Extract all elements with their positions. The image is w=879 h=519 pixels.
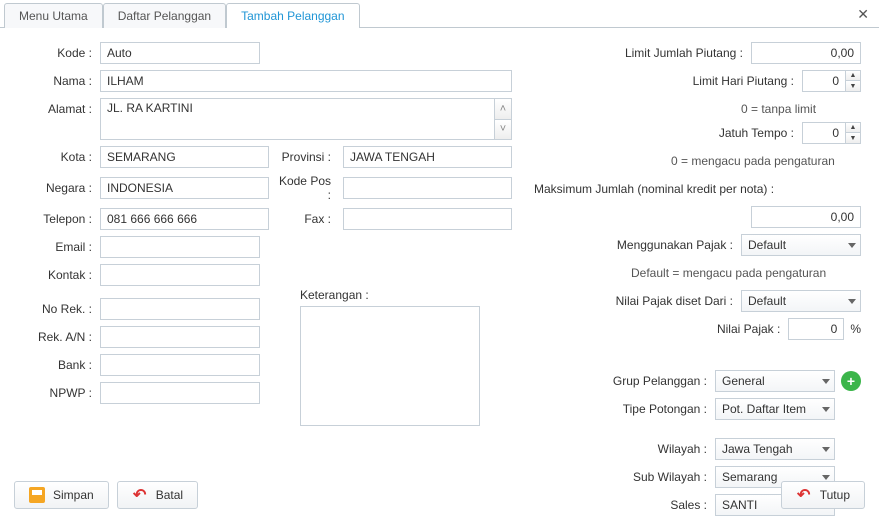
spinner-down-icon[interactable]: ▼: [846, 133, 860, 143]
undo-icon: ↶: [132, 487, 148, 503]
tutup-label: Tutup: [820, 488, 850, 502]
percent-sign: %: [850, 322, 861, 336]
norek-label: No Rek. :: [18, 302, 100, 316]
npwp-input[interactable]: [100, 382, 260, 404]
batal-button[interactable]: ↶ Batal: [117, 481, 198, 509]
menggunakan-pajak-value: Default: [748, 238, 786, 252]
keterangan-input[interactable]: [300, 306, 480, 426]
bank-input[interactable]: [100, 354, 260, 376]
grup-label: Grup Pelanggan :: [613, 374, 715, 388]
grup-combo[interactable]: General: [715, 370, 835, 392]
kota-input[interactable]: [100, 146, 269, 168]
maks-jumlah-input[interactable]: [751, 206, 861, 228]
right-column: Limit Jumlah Piutang : Limit Hari Piutan…: [532, 42, 861, 468]
tipe-potongan-value: Pot. Daftar Item: [722, 402, 806, 416]
provinsi-label: Provinsi :: [275, 150, 337, 164]
limit-hari-spinner[interactable]: ▲ ▼: [802, 70, 861, 92]
nilai-pajak-dari-label: Nilai Pajak diset Dari :: [616, 294, 741, 308]
menggunakan-pajak-combo[interactable]: Default: [741, 234, 861, 256]
chevron-down-icon: [822, 379, 830, 384]
fax-input[interactable]: [343, 208, 512, 230]
jatuh-tempo-label: Jatuh Tempo :: [719, 126, 802, 140]
alamat-input[interactable]: JL. RA KARTINI: [100, 98, 495, 140]
spinner-up-icon[interactable]: ▲: [846, 71, 860, 81]
keterangan-group: Keterangan :: [300, 288, 480, 429]
close-icon[interactable]: ✕: [857, 6, 869, 23]
rekan-label: Rek. A/N :: [18, 330, 100, 344]
undo-icon: ↶: [796, 487, 812, 503]
provinsi-input[interactable]: [343, 146, 512, 168]
limit-jumlah-input[interactable]: [751, 42, 861, 64]
kode-label: Kode :: [18, 46, 100, 60]
limit-hari-label: Limit Hari Piutang :: [693, 74, 802, 88]
kodepos-input[interactable]: [343, 177, 512, 199]
alamat-label: Alamat :: [18, 98, 100, 116]
alamat-down-icon[interactable]: ˅: [495, 120, 511, 140]
chevron-down-icon: [848, 299, 856, 304]
add-grup-button[interactable]: +: [841, 371, 861, 391]
kota-label: Kota :: [18, 150, 100, 164]
wilayah-value: Jawa Tengah: [722, 442, 793, 456]
nilai-pajak-input[interactable]: [788, 318, 844, 340]
chevron-down-icon: [848, 243, 856, 248]
nilai-pajak-dari-combo[interactable]: Default: [741, 290, 861, 312]
footer: Simpan ↶ Batal ↶ Tutup: [0, 471, 879, 519]
tipe-potongan-label: Tipe Potongan :: [623, 402, 715, 416]
telepon-label: Telepon :: [18, 212, 100, 226]
save-icon: [29, 487, 45, 503]
alamat-up-icon[interactable]: ˄: [495, 99, 511, 120]
tab-bar: Menu Utama Daftar Pelanggan Tambah Pelan…: [0, 0, 879, 28]
grup-value: General: [722, 374, 765, 388]
limit-hari-input[interactable]: [802, 70, 846, 92]
telepon-input[interactable]: [100, 208, 269, 230]
nama-input[interactable]: [100, 70, 512, 92]
npwp-label: NPWP :: [18, 386, 100, 400]
note-tanpa-limit: 0 = tanpa limit: [741, 102, 861, 116]
left-column: Kode : Nama : Alamat : JL. RA KARTINI ˄ …: [18, 42, 512, 468]
wilayah-label: Wilayah :: [658, 442, 715, 456]
chevron-down-icon: [822, 407, 830, 412]
simpan-label: Simpan: [53, 488, 94, 502]
spinner-up-icon[interactable]: ▲: [846, 123, 860, 133]
kontak-label: Kontak :: [18, 268, 100, 282]
email-label: Email :: [18, 240, 100, 254]
tab-menu-utama[interactable]: Menu Utama: [4, 3, 103, 28]
kode-input[interactable]: [100, 42, 260, 64]
jatuh-tempo-input[interactable]: [802, 122, 846, 144]
note-default-mengacu: Default = mengacu pada pengaturan: [631, 266, 861, 280]
note-mengacu: 0 = mengacu pada pengaturan: [671, 154, 861, 168]
keterangan-label: Keterangan :: [300, 288, 480, 302]
kodepos-label: Kode Pos :: [275, 174, 337, 202]
limit-jumlah-label: Limit Jumlah Piutang :: [625, 46, 751, 60]
email-input[interactable]: [100, 236, 260, 258]
wilayah-combo[interactable]: Jawa Tengah: [715, 438, 835, 460]
norek-input[interactable]: [100, 298, 260, 320]
simpan-button[interactable]: Simpan: [14, 481, 109, 509]
jatuh-tempo-spinner[interactable]: ▲ ▼: [802, 122, 861, 144]
nilai-pajak-label: Nilai Pajak :: [717, 322, 788, 336]
form-body: Kode : Nama : Alamat : JL. RA KARTINI ˄ …: [0, 28, 879, 468]
nilai-pajak-dari-value: Default: [748, 294, 786, 308]
rekan-input[interactable]: [100, 326, 260, 348]
tab-tambah-pelanggan[interactable]: Tambah Pelanggan: [226, 3, 359, 28]
kontak-input[interactable]: [100, 264, 260, 286]
spinner-down-icon[interactable]: ▼: [846, 81, 860, 91]
nama-label: Nama :: [18, 74, 100, 88]
bank-label: Bank :: [18, 358, 100, 372]
fax-label: Fax :: [275, 212, 337, 226]
tipe-potongan-combo[interactable]: Pot. Daftar Item: [715, 398, 835, 420]
maks-jumlah-label: Maksimum Jumlah (nominal kredit per nota…: [534, 182, 774, 196]
batal-label: Batal: [156, 488, 183, 502]
chevron-down-icon: [822, 447, 830, 452]
menggunakan-pajak-label: Menggunakan Pajak :: [617, 238, 741, 252]
negara-label: Negara :: [18, 181, 100, 195]
tab-daftar-pelanggan[interactable]: Daftar Pelanggan: [103, 3, 226, 28]
negara-input[interactable]: [100, 177, 269, 199]
tutup-button[interactable]: ↶ Tutup: [781, 481, 865, 509]
